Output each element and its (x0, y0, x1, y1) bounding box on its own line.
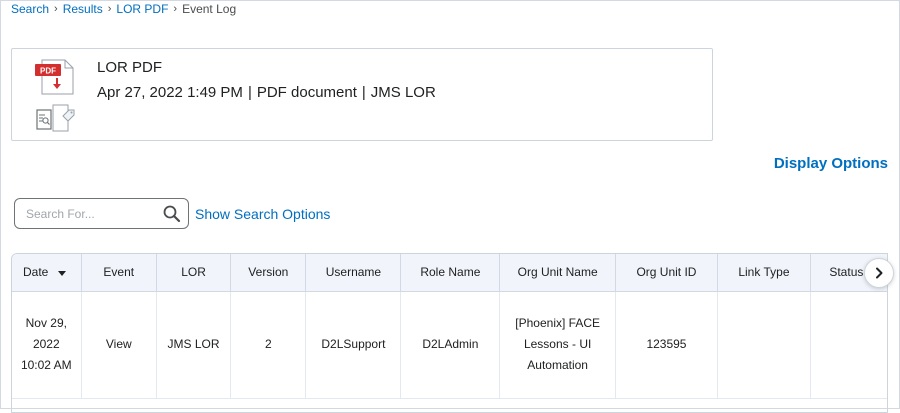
breadcrumb-lor-pdf-link[interactable]: LOR PDF (116, 2, 168, 16)
column-header-org-unit-id: Org Unit ID (615, 254, 719, 292)
scroll-right-button[interactable] (864, 258, 894, 288)
column-header-date[interactable]: Date (12, 254, 82, 292)
pdf-file-icon: PDF (35, 59, 75, 132)
cell-version: 2 (230, 291, 307, 399)
table-header-row: Date Event LOR Version Username Role Nam… (12, 254, 887, 292)
breadcrumb-separator: › (54, 3, 58, 15)
show-search-options-link[interactable]: Show Search Options (195, 206, 330, 222)
cell-date: Nov 29, 2022 10:02 AM (12, 291, 82, 399)
column-header-role-name: Role Name (400, 254, 501, 292)
pdf-label: PDF (40, 67, 56, 76)
column-header-event: Event (81, 254, 157, 292)
file-date: Apr 27, 2022 1:49 PM (97, 84, 243, 101)
cell-org-unit-name: [Phoenix] FACE Lessons - UI Automation (499, 291, 616, 399)
cell-link-type (717, 291, 811, 399)
file-type: PDF document (256, 84, 357, 101)
breadcrumb-search-link[interactable]: Search (11, 2, 49, 16)
meta-divider: | (361, 84, 366, 101)
search-container (14, 198, 189, 229)
file-info-card: PDF LOR PDF Apr 27, 2022 1:49 PM | PDF d… (11, 48, 713, 141)
cell-lor: JMS LOR (156, 291, 232, 399)
breadcrumb-separator: › (107, 3, 112, 15)
cell-status-type (810, 291, 887, 399)
file-metadata: Apr 27, 2022 1:49 PM | PDF document | JM… (97, 84, 436, 101)
table-row: Nov 29, 2022 10:02 AM View JMS LOR 2 D2L… (12, 291, 887, 399)
sort-descending-icon[interactable] (58, 270, 67, 276)
column-header-version: Version (230, 254, 307, 292)
search-input[interactable] (15, 199, 155, 228)
column-header-link-type: Link Type (717, 254, 811, 292)
cell-event: View (81, 291, 157, 399)
column-header-org-unit-name: Org Unit Name (499, 254, 616, 292)
display-options-link[interactable]: Display Options (774, 155, 888, 172)
column-header-lor: LOR (156, 254, 232, 292)
search-icon[interactable] (162, 204, 182, 224)
cell-username: D2LSupport (305, 291, 402, 399)
chevron-right-icon (876, 267, 883, 279)
cell-role-name: D2LAdmin (400, 291, 501, 399)
breadcrumb: Search › Results › LOR PDF › Event Log (11, 2, 236, 16)
breadcrumb-results-link[interactable]: Results (63, 2, 103, 16)
file-title: LOR PDF (97, 59, 163, 76)
cell-org-unit-id: 123595 (615, 291, 719, 399)
breadcrumb-separator: › (173, 3, 178, 15)
meta-divider: | (247, 84, 252, 101)
breadcrumb-current: Event Log (182, 2, 237, 16)
event-log-table: Date Event LOR Version Username Role Nam… (11, 253, 888, 413)
file-owner: JMS LOR (370, 84, 436, 101)
column-header-username: Username (305, 254, 402, 292)
